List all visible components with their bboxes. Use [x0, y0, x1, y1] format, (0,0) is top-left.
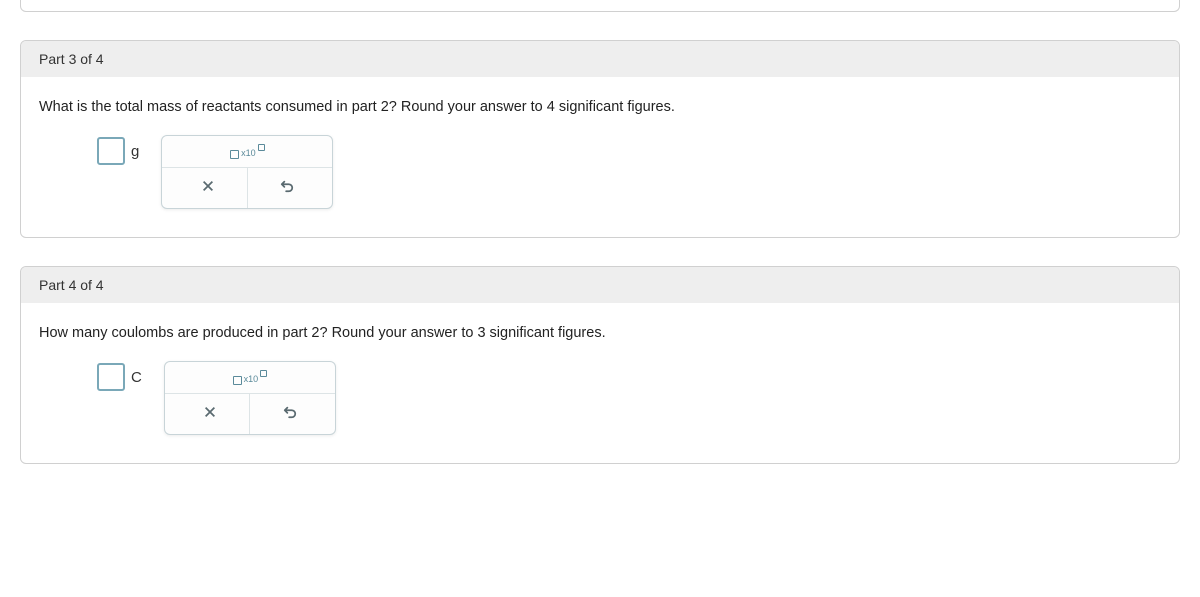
- part-4-card: Part 4 of 4 How many coulombs are produc…: [20, 266, 1180, 464]
- undo-button[interactable]: [250, 394, 329, 434]
- clear-button[interactable]: [168, 168, 247, 208]
- part-4-toolbox-top: x10: [171, 368, 329, 393]
- part-3-value-input[interactable]: [97, 137, 125, 165]
- undo-icon: [283, 405, 297, 423]
- part-4-header: Part 4 of 4: [21, 267, 1179, 303]
- part-4-value-group: C: [97, 363, 142, 391]
- x10-label: x10: [244, 375, 259, 385]
- part-4-answer-row: C x10: [39, 363, 1161, 435]
- exponent-box-icon: [258, 144, 265, 151]
- scientific-notation-button[interactable]: x10: [230, 368, 271, 387]
- part-3-unit: g: [131, 143, 139, 160]
- placeholder-box-icon: [233, 376, 242, 385]
- exponent-box-icon: [260, 370, 267, 377]
- part-3-header-text: Part 3 of 4: [39, 51, 104, 67]
- part-4-question: How many coulombs are produced in part 2…: [39, 325, 1161, 341]
- x-icon: [201, 179, 215, 197]
- x10-label: x10: [241, 149, 256, 159]
- part-3-answer-row: g x10: [39, 137, 1161, 209]
- clear-button[interactable]: [171, 394, 250, 434]
- part-4-value-input[interactable]: [97, 363, 125, 391]
- part-3-value-group: g: [97, 137, 139, 165]
- part-3-question: What is the total mass of reactants cons…: [39, 99, 1161, 115]
- placeholder-box-icon: [230, 150, 239, 159]
- part-4-unit: C: [131, 369, 142, 386]
- part-4-body: How many coulombs are produced in part 2…: [21, 303, 1179, 463]
- previous-part-stub: [20, 0, 1180, 12]
- part-3-toolbox: x10: [161, 135, 333, 209]
- part-3-header: Part 3 of 4: [21, 41, 1179, 77]
- part-3-body: What is the total mass of reactants cons…: [21, 77, 1179, 237]
- part-4-toolbox: x10: [164, 361, 336, 435]
- part-4-toolbox-bottom: [171, 394, 329, 434]
- part-3-toolbox-top: x10: [168, 142, 326, 167]
- part-3-card: Part 3 of 4 What is the total mass of re…: [20, 40, 1180, 238]
- part-4-header-text: Part 4 of 4: [39, 277, 104, 293]
- scientific-notation-button[interactable]: x10: [227, 142, 268, 161]
- undo-icon: [280, 179, 294, 197]
- undo-button[interactable]: [248, 168, 327, 208]
- x-icon: [203, 405, 217, 423]
- part-3-toolbox-bottom: [168, 168, 326, 208]
